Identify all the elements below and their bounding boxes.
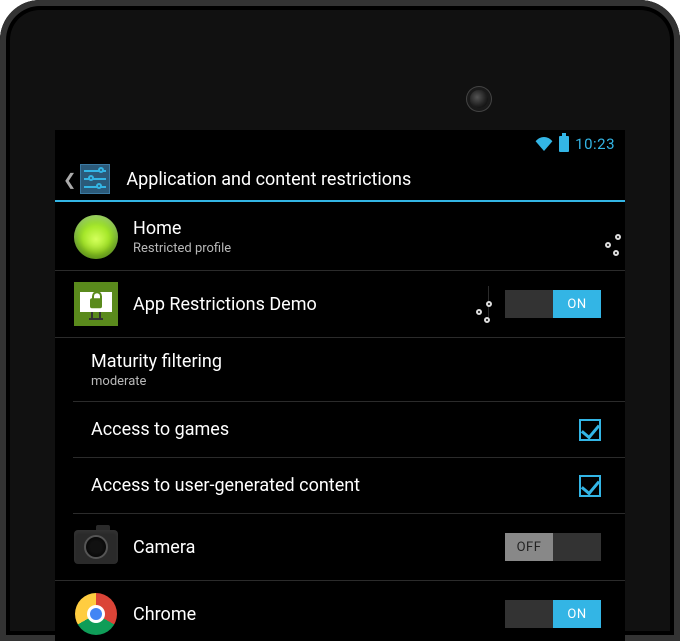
back-button[interactable]: ❮ <box>63 164 116 194</box>
row-maturity-filtering[interactable]: Maturity filtering moderate <box>73 338 625 402</box>
row-home-subtitle: Restricted profile <box>133 241 231 256</box>
row-home-title: Home <box>133 218 231 239</box>
settings-list: Home Restricted profile App Restrictions… <box>55 204 625 641</box>
camera-app-icon <box>73 524 119 570</box>
toggle-label: ON <box>553 600 601 628</box>
row-home[interactable]: Home Restricted profile <box>55 204 625 271</box>
app-restrictions-demo-icon <box>73 281 119 327</box>
wifi-icon <box>535 137 553 151</box>
toggle-chrome[interactable]: ON <box>505 600 601 628</box>
checkbox-access-ugc[interactable] <box>579 475 601 497</box>
row-maturity-title: Maturity filtering <box>91 351 222 372</box>
device-frame: 10:23 ❮ Application and content restrict… <box>0 0 680 641</box>
toggle-label: ON <box>553 290 601 318</box>
row-chrome-title: Chrome <box>133 604 196 625</box>
row-chrome[interactable]: Chrome ON <box>55 581 625 641</box>
row-ugc-title: Access to user-generated content <box>91 475 360 496</box>
checkbox-access-games[interactable] <box>579 419 601 441</box>
screen: 10:23 ❮ Application and content restrict… <box>55 130 625 641</box>
home-avatar-icon <box>73 214 119 260</box>
settings-sliders-icon <box>80 164 110 194</box>
toggle-app-restrictions-demo[interactable]: ON <box>505 290 601 318</box>
toggle-camera[interactable]: OFF <box>505 533 601 561</box>
status-bar: 10:23 <box>55 130 625 158</box>
row-camera[interactable]: Camera OFF <box>55 514 625 581</box>
toggle-label: OFF <box>505 533 553 561</box>
row-ard-title: App Restrictions Demo <box>133 294 317 315</box>
chevron-left-icon: ❮ <box>63 170 76 189</box>
device-camera <box>470 90 488 108</box>
battery-icon <box>559 136 569 152</box>
row-app-restrictions-demo[interactable]: App Restrictions Demo ON <box>55 271 625 338</box>
row-games-title: Access to games <box>91 419 229 440</box>
row-access-ugc[interactable]: Access to user-generated content <box>73 458 625 514</box>
action-bar: ❮ Application and content restrictions <box>55 158 625 202</box>
row-camera-title: Camera <box>133 537 195 558</box>
page-title: Application and content restrictions <box>126 169 411 190</box>
status-time: 10:23 <box>575 135 615 153</box>
row-maturity-subtitle: moderate <box>91 374 222 389</box>
row-access-games[interactable]: Access to games <box>73 402 625 458</box>
chrome-app-icon <box>73 591 119 637</box>
